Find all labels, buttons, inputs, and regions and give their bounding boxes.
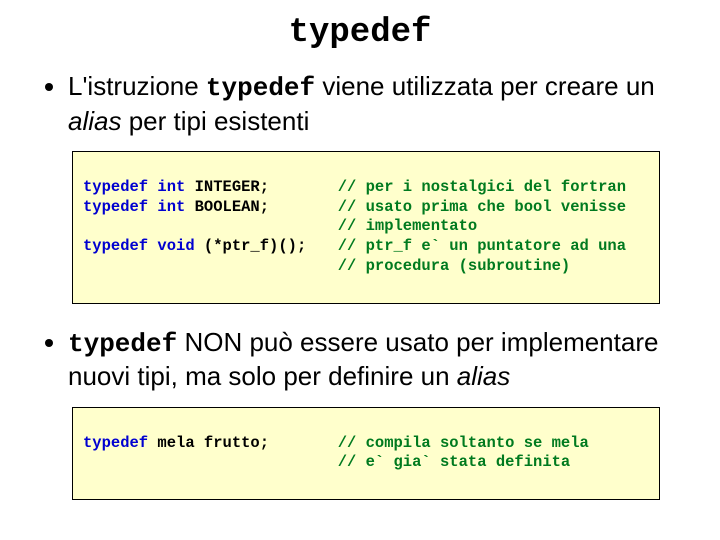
- code1-c3: // implementato: [338, 217, 478, 235]
- bullet-1-keyword: typedef: [206, 73, 315, 103]
- code1-l1-sc: ;: [260, 178, 269, 196]
- code1-l2-kw: typedef int: [83, 198, 195, 216]
- code-box-2: typedef mela frutto; // compila soltanto…: [72, 407, 660, 500]
- code1-c2: // usato prima che bool venisse: [338, 198, 626, 216]
- bullet-1-post1: viene utilizzata per creare un: [315, 71, 655, 101]
- code2-c1: // compila soltanto se mela: [338, 434, 589, 452]
- bullet-1-pre: L'istruzione: [68, 71, 206, 101]
- code2-c2: // e` gia` stata definita: [338, 453, 571, 471]
- bullet-2-alias: alias: [457, 361, 510, 391]
- code1-l2-sc: ;: [260, 198, 269, 216]
- slide-title: typedef: [40, 14, 680, 52]
- code-box-1: typedef int INTEGER; typedef int BOOLEAN…: [72, 151, 660, 304]
- code1-l4-id: (*ptr_f)(): [204, 237, 297, 255]
- code1-l2-id: BOOLEAN: [195, 198, 260, 216]
- bullet-1-post2: per tipi esistenti: [121, 106, 309, 136]
- code1-l4-kw: typedef void: [83, 237, 204, 255]
- code1-c1: // per i nostalgici del fortran: [338, 178, 626, 196]
- bullet-list-2: typedef NON può essere usato per impleme…: [68, 326, 680, 393]
- code-table-2: typedef mela frutto; // compila soltanto…: [83, 414, 649, 493]
- code1-l1-kw: typedef int: [83, 178, 195, 196]
- code1-l4-sc: ;: [297, 237, 306, 255]
- bullet-1-alias: alias: [68, 106, 121, 136]
- code1-c4: // ptr_f e` un puntatore ad una: [338, 237, 626, 255]
- code2-l1-kw: typedef: [83, 434, 157, 452]
- code2-l1-sc: ;: [260, 434, 269, 452]
- code2-l1-id: mela frutto: [157, 434, 259, 452]
- bullet-2: typedef NON può essere usato per impleme…: [68, 326, 680, 393]
- code-table-1: typedef int INTEGER; typedef int BOOLEAN…: [83, 158, 649, 297]
- code1-l3-blank: [83, 217, 92, 235]
- code1-c5: // procedura (subroutine): [338, 257, 571, 275]
- bullet-2-keyword: typedef: [68, 329, 177, 359]
- bullet-list-1: L'istruzione typedef viene utilizzata pe…: [68, 70, 680, 137]
- code1-l1-id: INTEGER: [195, 178, 260, 196]
- slide: typedef L'istruzione typedef viene utili…: [0, 0, 720, 540]
- bullet-1: L'istruzione typedef viene utilizzata pe…: [68, 70, 680, 137]
